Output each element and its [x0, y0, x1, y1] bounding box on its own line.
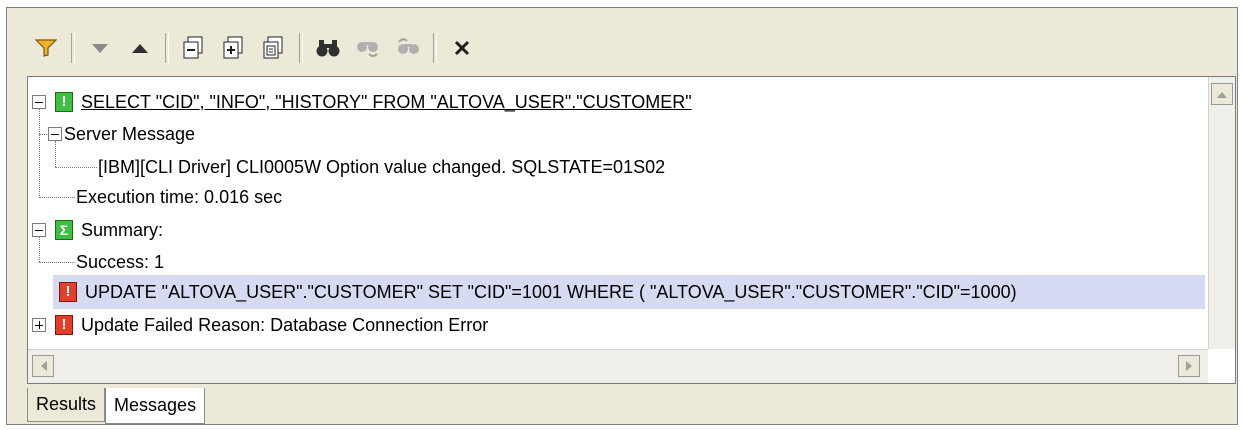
toolbar-separator [71, 33, 75, 63]
find-icon[interactable] [311, 31, 345, 65]
success-icon: ! [55, 92, 73, 112]
tree-row-select[interactable]: ! SELECT "CID", "INFO", "HISTORY" FROM "… [28, 87, 692, 117]
tab-bar: Results Messages [27, 388, 206, 424]
collapse-toggle[interactable] [32, 223, 46, 237]
update-query-text: UPDATE "ALTOVA_USER"."CUSTOMER" SET "CID… [85, 281, 1017, 302]
horizontal-scrollbar[interactable] [28, 349, 1208, 383]
update-failed-text: Update Failed Reason: Database Connectio… [81, 314, 489, 335]
copy-icon[interactable] [257, 31, 291, 65]
summary-label: Summary: [81, 219, 164, 240]
error-icon: ! [55, 315, 73, 335]
error-icon: ! [59, 282, 77, 302]
close-icon[interactable] [445, 31, 479, 65]
messages-pane: ! SELECT "CID", "INFO", "HISTORY" FROM "… [27, 76, 1236, 384]
expand-toggle[interactable] [32, 318, 46, 332]
tree-row-update-failed[interactable]: ! Update Failed Reason: Database Connect… [28, 310, 488, 340]
tree-row-update[interactable]: ! UPDATE "ALTOVA_USER"."CUSTOMER" SET "C… [53, 275, 1205, 309]
find-previous-icon[interactable] [391, 31, 425, 65]
tree-row-server-message[interactable]: Server Message [28, 119, 195, 149]
execution-time-text: Execution time: 0.016 sec [76, 186, 283, 207]
success-count-text: Success: 1 [76, 251, 165, 272]
toolbar-separator [299, 33, 303, 63]
tab-results[interactable]: Results [27, 388, 106, 422]
tab-messages[interactable]: Messages [105, 388, 206, 424]
scroll-right-button[interactable] [1178, 355, 1200, 377]
scroll-up-button[interactable] [1211, 83, 1233, 105]
collapse-toggle[interactable] [32, 95, 46, 109]
select-query-text[interactable]: SELECT "CID", "INFO", "HISTORY" FROM "AL… [81, 92, 692, 113]
find-next-icon[interactable] [351, 31, 385, 65]
messages-window: ! SELECT "CID", "INFO", "HISTORY" FROM "… [6, 7, 1238, 425]
filter-icon[interactable] [29, 31, 63, 65]
tree-row-server-message-text[interactable]: [IBM][CLI Driver] CLI0005W Option value … [28, 152, 665, 182]
toolbar-separator [165, 33, 169, 63]
expand-all-icon[interactable] [217, 31, 251, 65]
collapse-all-icon[interactable] [177, 31, 211, 65]
toolbar [29, 28, 1227, 68]
server-message-label: Server Message [64, 123, 196, 144]
scroll-left-button[interactable] [32, 355, 54, 377]
message-tree: ! SELECT "CID", "INFO", "HISTORY" FROM "… [28, 77, 1208, 349]
arrow-down-icon[interactable] [83, 31, 117, 65]
sigma-icon: Σ [55, 220, 73, 240]
tree-row-success[interactable]: Success: 1 [28, 247, 164, 277]
tree-row-summary[interactable]: Σ Summary: [28, 215, 163, 245]
tree-row-execution-time[interactable]: Execution time: 0.016 sec [28, 182, 282, 212]
toolbar-separator [433, 33, 437, 63]
arrow-up-icon[interactable] [123, 31, 157, 65]
collapse-toggle[interactable] [48, 127, 62, 141]
server-message-text: [IBM][CLI Driver] CLI0005W Option value … [98, 156, 666, 177]
vertical-scrollbar[interactable] [1208, 77, 1235, 349]
